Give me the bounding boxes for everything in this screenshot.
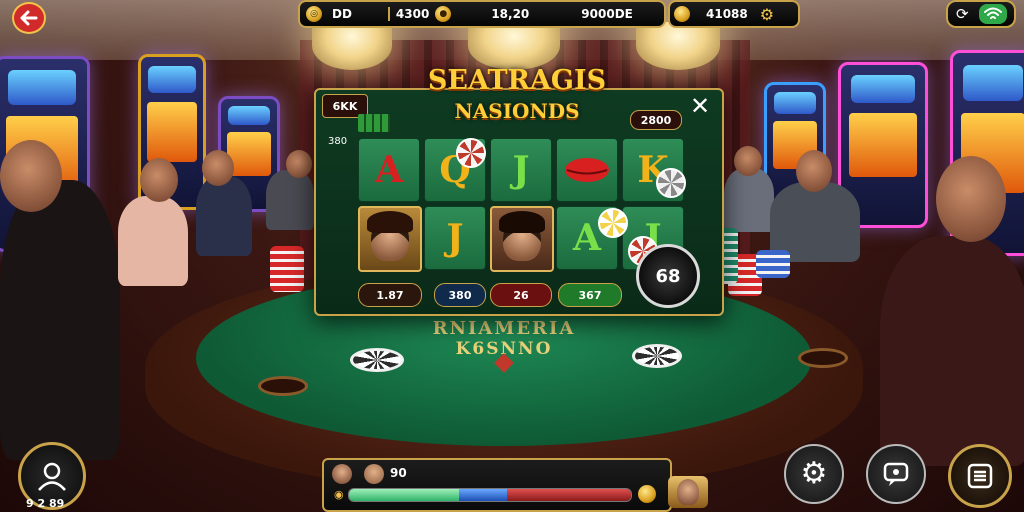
chandelier-left: [312, 22, 392, 70]
side-number: 380: [328, 136, 348, 147]
back-button[interactable]: [12, 2, 46, 34]
stat-pill-lines: 26: [490, 283, 552, 307]
reel-symbol: J: [490, 138, 552, 202]
gear-icon[interactable]: ⚙: [760, 5, 774, 24]
slot-game-title: SEATRAGIS NASIONDS: [412, 66, 622, 126]
avatar-icon: [364, 464, 384, 484]
bottom-status-bar: 90 ◉: [322, 458, 672, 512]
chat-button[interactable]: [866, 444, 926, 504]
chandelier-right: [636, 22, 720, 70]
coin-icon: ◎: [306, 6, 322, 22]
player-head: [734, 146, 762, 176]
player-head: [936, 156, 1006, 242]
slot-title-line-2: NASIONDS: [454, 99, 580, 123]
player-right: [880, 236, 1024, 466]
connection-bar: ⟳: [946, 0, 1016, 28]
chip-icon: [598, 208, 628, 238]
settings-button[interactable]: ⚙: [784, 444, 844, 504]
progress-fill-red: [506, 489, 631, 501]
chat-icon: [883, 462, 909, 486]
hud-value-left: DD: [332, 7, 352, 21]
gear-icon: ⚙: [800, 456, 828, 491]
reel-symbol-portrait: [358, 206, 422, 272]
poker-chip[interactable]: [350, 348, 404, 372]
coin-icon: ●: [435, 6, 452, 22]
coin-icon: [674, 6, 690, 22]
bottom-bar-label: 90: [390, 466, 407, 480]
avatar-icon: [677, 479, 699, 505]
reel-symbol: J: [424, 206, 486, 270]
close-button[interactable]: ✕: [686, 92, 714, 120]
player-woman: [118, 196, 188, 286]
profile-label: 9 2 89: [26, 497, 65, 510]
hud-value-balance: 4300: [387, 7, 429, 21]
coin-icon[interactable]: [638, 485, 656, 503]
hud-value-center: 18,20: [491, 7, 530, 21]
wifi-icon[interactable]: [978, 4, 1007, 24]
coin-icon: ◉: [334, 488, 344, 501]
spin-button[interactable]: 68: [636, 244, 700, 308]
cup-holder: [798, 348, 848, 368]
stat-pill-bet: 380: [434, 283, 486, 307]
stat-pill-total: 367: [558, 283, 622, 307]
chip-stack[interactable]: [270, 246, 304, 292]
menu-button[interactable]: [948, 444, 1012, 508]
reel-symbol-lips: [556, 138, 618, 202]
back-arrow-icon: [20, 10, 38, 26]
player-head: [0, 140, 62, 212]
poker-chip[interactable]: [632, 344, 682, 368]
top-resource-bar: ◎ DD 4300 ● 18,20 9000DE: [298, 0, 666, 28]
player-head: [286, 150, 312, 178]
lines-indicator: [358, 114, 390, 132]
coins-value: 41088: [706, 7, 748, 21]
lips-icon: [565, 158, 609, 182]
progress-fill-green: [349, 489, 459, 501]
coins-bar: 41088 ⚙: [668, 0, 800, 28]
player-left: [0, 180, 120, 460]
table-logo-line-1: RNIAMERIA: [432, 318, 576, 339]
progress-fill-blue: [458, 489, 507, 501]
hud-value-right: 9000DE: [581, 7, 633, 21]
bet-value-box: 2800: [630, 110, 682, 130]
progress-bar: [348, 488, 632, 502]
player-man: [266, 170, 314, 230]
reel-symbol: A: [358, 138, 420, 202]
player-man: [724, 168, 774, 232]
avatar-icon: [38, 462, 66, 491]
cup-holder: [258, 376, 308, 396]
slot-title-line-1: SEATRAGIS: [427, 65, 607, 96]
refresh-icon[interactable]: ⟳: [956, 5, 969, 23]
reel-symbol-portrait: [490, 206, 554, 272]
player-portrait[interactable]: [668, 476, 708, 508]
player-head: [796, 150, 832, 192]
player-head: [140, 158, 178, 202]
chip-icon: [656, 168, 686, 198]
stat-pill-win: 1.87: [358, 283, 422, 307]
chandelier-center: [468, 22, 560, 70]
chip-stack[interactable]: [756, 250, 790, 278]
avatar-icon: [332, 464, 352, 484]
chip-icon: [456, 138, 486, 168]
player-head: [202, 150, 234, 186]
menu-icon: [967, 463, 993, 489]
player-man: [196, 176, 252, 256]
